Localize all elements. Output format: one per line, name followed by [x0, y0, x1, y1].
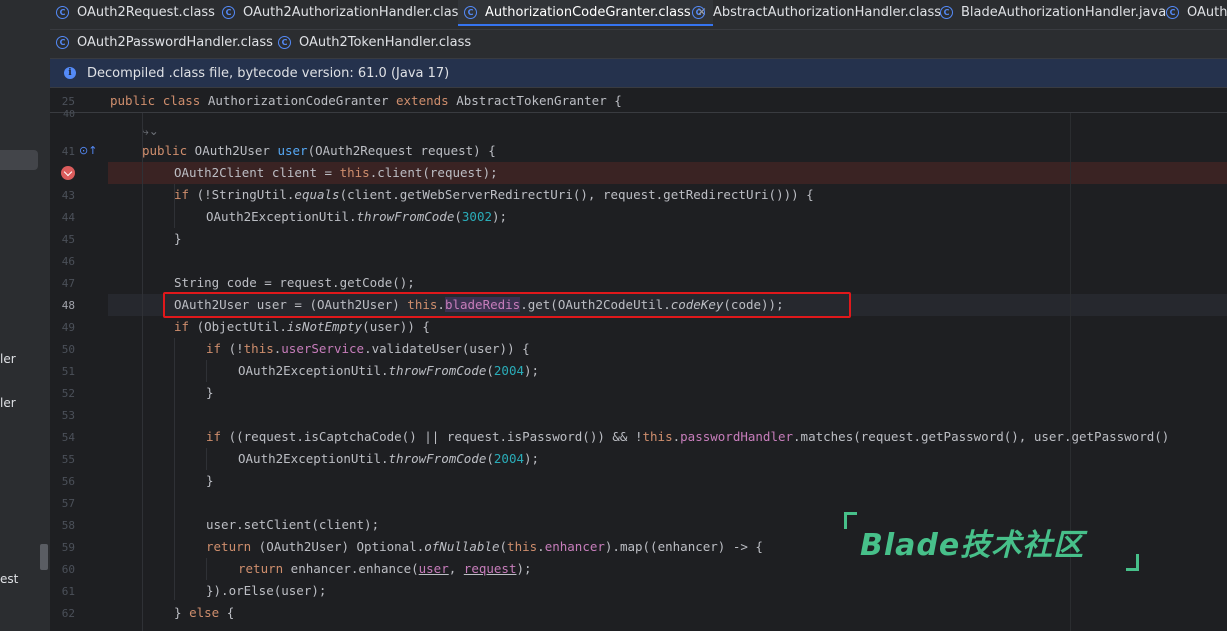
tab-label: OAuth2Request.class [77, 4, 215, 20]
code-line-59: return (OAuth2User) Optional.ofNullable(… [206, 539, 763, 554]
class-icon: C [56, 5, 69, 19]
tab-authorizationcodegranter[interactable]: C AuthorizationCodeGranter.class ✕ [458, 0, 713, 26]
line-number: 61 [61, 585, 75, 598]
code-line-49: if (ObjectUtil.isNotEmpty(user)) { [174, 319, 430, 334]
class-icon: C [222, 5, 235, 19]
code-line-51: OAuth2ExceptionUtil.throwFromCode(2004); [238, 363, 540, 378]
line-number: 59 [61, 541, 75, 554]
code-line-60: return enhancer.enhance(user, request); [238, 561, 532, 576]
code-line-62: } else { [174, 605, 235, 620]
code-line-47: String code = request.getCode(); [174, 275, 415, 290]
class-icon: C [940, 5, 953, 19]
watermark-text: Blade技术社区 [860, 528, 1085, 563]
line-number-current: 48 [61, 299, 75, 312]
line-number: 50 [61, 343, 75, 356]
project-panel-strip: ler ler est [0, 0, 50, 631]
tab-oauth2request[interactable]: C OAuth2Request.class [56, 0, 215, 24]
tab-oauth2-truncated[interactable]: C OAuth2 [1166, 0, 1227, 24]
watermark-corner-bottomright [1126, 554, 1139, 571]
line-number: 44 [61, 211, 75, 224]
tab-oauth2tokenhandler[interactable]: C OAuth2TokenHandler.class [278, 30, 471, 54]
class-icon: C [56, 35, 69, 49]
line-number: 45 [61, 233, 75, 246]
line-number: 54 [61, 431, 75, 444]
line-number: 46 [61, 255, 75, 268]
tab-bladeauthorizationhandler[interactable]: C BladeAuthorizationHandler.java [940, 0, 1166, 24]
tab-label: OAuth2 [1187, 4, 1227, 20]
line-number: 55 [61, 453, 75, 466]
tab-row-2: C OAuth2PasswordHandler.class C OAuth2Toke… [50, 30, 1227, 54]
decompiled-info-banner: i Decompiled .class file, bytecode versi… [50, 58, 1227, 88]
watermark-corner-topleft [844, 512, 857, 529]
line-number: 62 [61, 607, 75, 620]
code-line-58: user.setClient(client); [206, 517, 380, 532]
tab-label: AuthorizationCodeGranter.class [485, 4, 691, 20]
code-line-61: }).orElse(user); [206, 583, 327, 598]
line-number: 57 [61, 497, 75, 510]
class-icon: C [1166, 5, 1179, 19]
line-number: 52 [61, 387, 75, 400]
class-icon: C [278, 35, 291, 49]
tab-label: OAuth2TokenHandler.class [299, 34, 472, 50]
line-number: 49 [61, 321, 75, 334]
tab-label: OAuth2PasswordHandler.class [77, 34, 273, 50]
sticky-class-header[interactable]: 25 public class AuthorizationCodeGranter… [50, 90, 1227, 113]
line-number: 40 [62, 109, 75, 120]
line-number: 56 [61, 475, 75, 488]
override-marker-icon[interactable]: ⊙↑ [79, 144, 97, 157]
code-line-56: } [206, 473, 214, 488]
line-number: 53 [61, 409, 75, 422]
code-line-44: OAuth2ExceptionUtil.throwFromCode(3002); [206, 209, 508, 224]
line-number: 60 [61, 563, 75, 576]
banner-text: Decompiled .class file, bytecode version… [87, 65, 450, 81]
code-line-41: public OAuth2User user(OAuth2Request req… [142, 143, 496, 158]
class-icon: C [692, 5, 705, 19]
code-line-54: if ((request.isCaptchaCode() || request.… [206, 429, 1170, 444]
info-icon: i [64, 67, 76, 79]
tab-oauth2authorizationhandler[interactable]: C OAuth2AuthorizationHandler.class [222, 0, 465, 24]
code-line-45: } [174, 231, 182, 246]
tab-abstractauthorizationhandler[interactable]: C AbstractAuthorizationHandler.class [692, 0, 941, 24]
tab-row-1: C OAuth2Request.class C OAuth2Authorizatio… [50, 0, 1227, 26]
code-line-43: if (!StringUtil.equals(client.getWebServ… [174, 187, 814, 202]
project-selected-item[interactable] [0, 150, 38, 170]
tab-label: BladeAuthorizationHandler.java [961, 4, 1167, 20]
tab-label: AbstractAuthorizationHandler.class [713, 4, 942, 20]
editor-tabs: C OAuth2Request.class C OAuth2Authorizatio… [50, 0, 1227, 58]
code-line-52: } [206, 385, 214, 400]
line-number: 25 [61, 95, 75, 108]
project-item-1[interactable]: ler [0, 352, 16, 366]
project-scrollbar[interactable] [40, 544, 48, 570]
sticky-code-line: public class AuthorizationCodeGranter ex… [110, 93, 622, 108]
highlight-annotation-box [163, 292, 851, 318]
class-icon: C [464, 5, 477, 19]
breakpoint-icon[interactable] [61, 166, 75, 180]
line-number: 41 [61, 145, 75, 158]
line-number: 47 [61, 277, 75, 290]
code-line-42: OAuth2Client client = this.client(reques… [174, 165, 498, 180]
code-line-50: if (!this.userService.validateUser(user)… [206, 341, 530, 356]
code-line-55: OAuth2ExceptionUtil.throwFromCode(2004); [238, 451, 540, 466]
line-number: 51 [61, 365, 75, 378]
line-gutter[interactable]: 40 41 43 44 45 46 47 48 49 50 51 52 53 5… [50, 109, 108, 631]
line-number: 58 [61, 519, 75, 532]
project-item-2[interactable]: ler [0, 396, 16, 410]
tab-label: OAuth2AuthorizationHandler.class [243, 4, 466, 20]
project-item-3[interactable]: est [0, 572, 18, 586]
line-number: 43 [61, 189, 75, 202]
tab-oauth2passwordhandler[interactable]: C OAuth2PasswordHandler.class [56, 30, 273, 54]
